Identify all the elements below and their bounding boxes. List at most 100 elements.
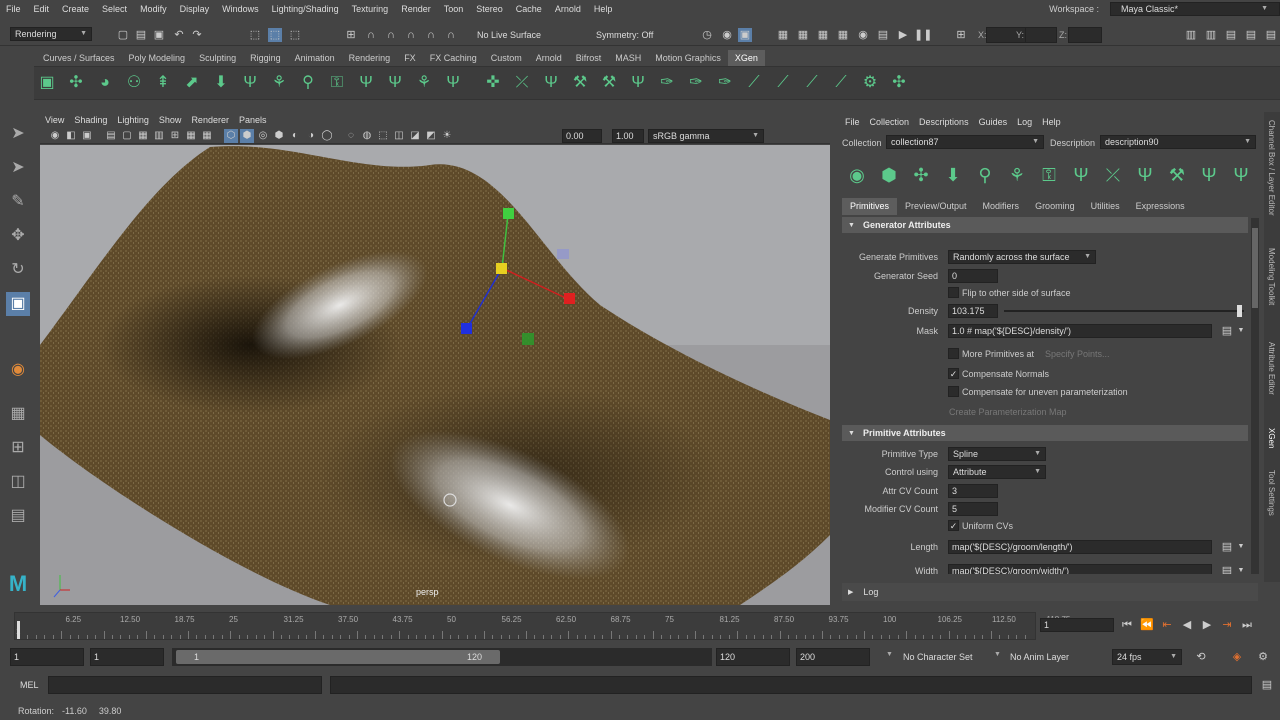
xray-joints-icon[interactable]: ◪: [408, 129, 422, 143]
menu-file[interactable]: File: [0, 4, 28, 14]
colorspace-dropdown[interactable]: sRGB gamma ▼: [648, 129, 764, 143]
time-slider[interactable]: 16.2512.5018.752531.2537.5043.755056.256…: [14, 612, 1070, 640]
map-editor-icon[interactable]: ▤: [1220, 324, 1234, 338]
chevron-down-icon[interactable]: ▼: [1234, 324, 1248, 338]
paint-density-icon[interactable]: Ψ: [1070, 164, 1092, 186]
sculpt-icon[interactable]: ⚘: [268, 72, 290, 94]
select-hierarchy-icon[interactable]: ⬚: [248, 28, 262, 42]
add-modifier-icon[interactable]: ⚿: [1038, 164, 1060, 186]
scale-handle-y[interactable]: [503, 208, 514, 219]
scale-handle-z[interactable]: [461, 323, 472, 334]
menu-texturing[interactable]: Texturing: [346, 4, 396, 14]
anti-aliasing-icon[interactable]: ◍: [360, 129, 374, 143]
film-gate-icon[interactable]: ▢: [120, 129, 134, 143]
menu-help[interactable]: Help: [588, 4, 620, 14]
playback-end-field[interactable]: 120: [716, 648, 790, 666]
snap-view-plane-icon[interactable]: ∩: [424, 28, 438, 42]
tab-grooming[interactable]: Grooming: [1027, 198, 1083, 215]
direction-2-icon[interactable]: ⟋: [772, 72, 794, 94]
map-editor-icon[interactable]: ▤: [1220, 564, 1234, 574]
shelf-tab-curves-surfaces[interactable]: Curves / Surfaces: [36, 50, 122, 66]
shelf-tab-poly-modeling[interactable]: Poly Modeling: [122, 50, 193, 66]
shelf-tab-mash[interactable]: MASH: [608, 50, 648, 66]
grid-icon[interactable]: ▦: [200, 129, 214, 143]
select-guides-icon[interactable]: ⚲: [974, 164, 996, 186]
grab-icon[interactable]: ⚿: [326, 72, 348, 94]
specify-points-button[interactable]: Specify Points...: [1045, 349, 1110, 359]
history-icon[interactable]: ◷: [700, 28, 714, 42]
primitive-type-dropdown[interactable]: Spline ▼: [948, 447, 1046, 461]
ipr-render-icon[interactable]: ▦: [816, 28, 830, 42]
camera-select-icon[interactable]: ◉: [48, 129, 62, 143]
outliner-layout-icon[interactable]: ▤: [6, 504, 30, 528]
tab-expressions[interactable]: Expressions: [1128, 198, 1193, 215]
chevron-down-icon[interactable]: ▼: [1234, 540, 1248, 554]
xgen-menu-collection[interactable]: Collection: [865, 117, 915, 127]
exposure-icon[interactable]: ☀: [440, 129, 454, 143]
scale-handle-x[interactable]: [564, 293, 575, 304]
make-live-icon[interactable]: ∩: [444, 28, 458, 42]
play-forwards-icon[interactable]: ▶: [1200, 618, 1214, 632]
settings-icon[interactable]: ⚙: [859, 72, 881, 94]
ambient-occlusion-icon[interactable]: ◯: [320, 129, 334, 143]
create-description-icon[interactable]: ▣: [36, 72, 58, 94]
step-back-key-icon[interactable]: ⏪: [1140, 618, 1154, 632]
tool-settings-icon[interactable]: ▤: [1244, 28, 1258, 42]
step-back-frame-icon[interactable]: ⇤: [1160, 618, 1174, 632]
field-chart-icon[interactable]: ⊞: [168, 129, 182, 143]
compensate-uneven-checkbox[interactable]: [948, 386, 959, 397]
move-tool-icon[interactable]: ✥: [6, 224, 30, 248]
log-section[interactable]: ▶ Log: [842, 583, 1258, 601]
undo-icon[interactable]: ↶: [172, 28, 186, 42]
end-time-field[interactable]: 200: [796, 648, 870, 666]
paint-3-icon[interactable]: ✑: [714, 72, 736, 94]
lock-guides-icon[interactable]: ⤫: [1102, 164, 1124, 186]
generator-seed-field[interactable]: 0: [948, 269, 998, 283]
description-dropdown[interactable]: description90 ▼: [1100, 135, 1256, 149]
menu-display[interactable]: Display: [174, 4, 217, 14]
pause-render-icon[interactable]: ❚❚: [914, 28, 932, 42]
lasso-tool-icon[interactable]: ➤: [6, 156, 30, 180]
anim-layer-label[interactable]: No Anim Layer: [1010, 652, 1069, 662]
map-editor-icon[interactable]: ▤: [1220, 540, 1234, 554]
safe-action-icon[interactable]: ▦: [184, 129, 198, 143]
range-slider[interactable]: 1 120: [172, 648, 712, 666]
attr-cv-count-field[interactable]: 3: [948, 484, 998, 498]
menu-edit[interactable]: Edit: [28, 4, 57, 14]
menu-select[interactable]: Select: [96, 4, 134, 14]
mel-input[interactable]: [48, 676, 322, 694]
auto-key-icon[interactable]: ◈: [1230, 650, 1244, 664]
mark-icon[interactable]: ◉: [720, 28, 734, 42]
workspace-dropdown[interactable]: Maya Classic* ▼: [1110, 2, 1280, 16]
smooth-shade-icon[interactable]: ⬢: [240, 129, 254, 143]
fps-dropdown[interactable]: 24 fps ▼: [1112, 649, 1182, 665]
render-settings-icon[interactable]: ▦: [836, 28, 850, 42]
density-field[interactable]: 103.175: [948, 304, 998, 318]
script-editor-icon[interactable]: ▤: [1260, 678, 1274, 692]
menu-lighting-shading[interactable]: Lighting/Shading: [266, 4, 346, 14]
xray-active-icon[interactable]: ◩: [424, 129, 438, 143]
more-primitives-checkbox[interactable]: [948, 348, 959, 359]
sculpt-guides-icon[interactable]: ⚘: [1006, 164, 1028, 186]
input-mode-icon[interactable]: ⊞: [954, 28, 968, 42]
select-tool-icon[interactable]: ➤: [6, 122, 30, 146]
snap-curve-icon[interactable]: ∩: [364, 28, 378, 42]
move-guide-icon[interactable]: ⬈: [181, 72, 203, 94]
tab-primitives[interactable]: Primitives: [842, 198, 898, 215]
compensate-normals-checkbox[interactable]: ✓: [948, 368, 959, 379]
menu-create[interactable]: Create: [56, 4, 96, 14]
snap-projected-icon[interactable]: ∩: [404, 28, 418, 42]
paint-select-icon[interactable]: ✎: [6, 190, 30, 214]
shelf-tab-custom[interactable]: Custom: [484, 50, 529, 66]
xgen-menu-log[interactable]: Log: [1012, 117, 1037, 127]
splines-icon[interactable]: ⤫: [511, 72, 533, 94]
direction-3-icon[interactable]: ⟋: [801, 72, 823, 94]
start-time-field[interactable]: 1: [10, 648, 84, 666]
xray-icon[interactable]: ◫: [392, 129, 406, 143]
vp-menu-show[interactable]: Show: [154, 115, 187, 125]
add-guide-point-icon[interactable]: ⬇: [210, 72, 232, 94]
attribute-editor-icon[interactable]: ▤: [1224, 28, 1238, 42]
chevron-down-icon[interactable]: ▼: [886, 651, 893, 658]
current-frame-field[interactable]: 1: [1040, 618, 1114, 632]
xgen-scrollbar[interactable]: [1251, 218, 1259, 574]
